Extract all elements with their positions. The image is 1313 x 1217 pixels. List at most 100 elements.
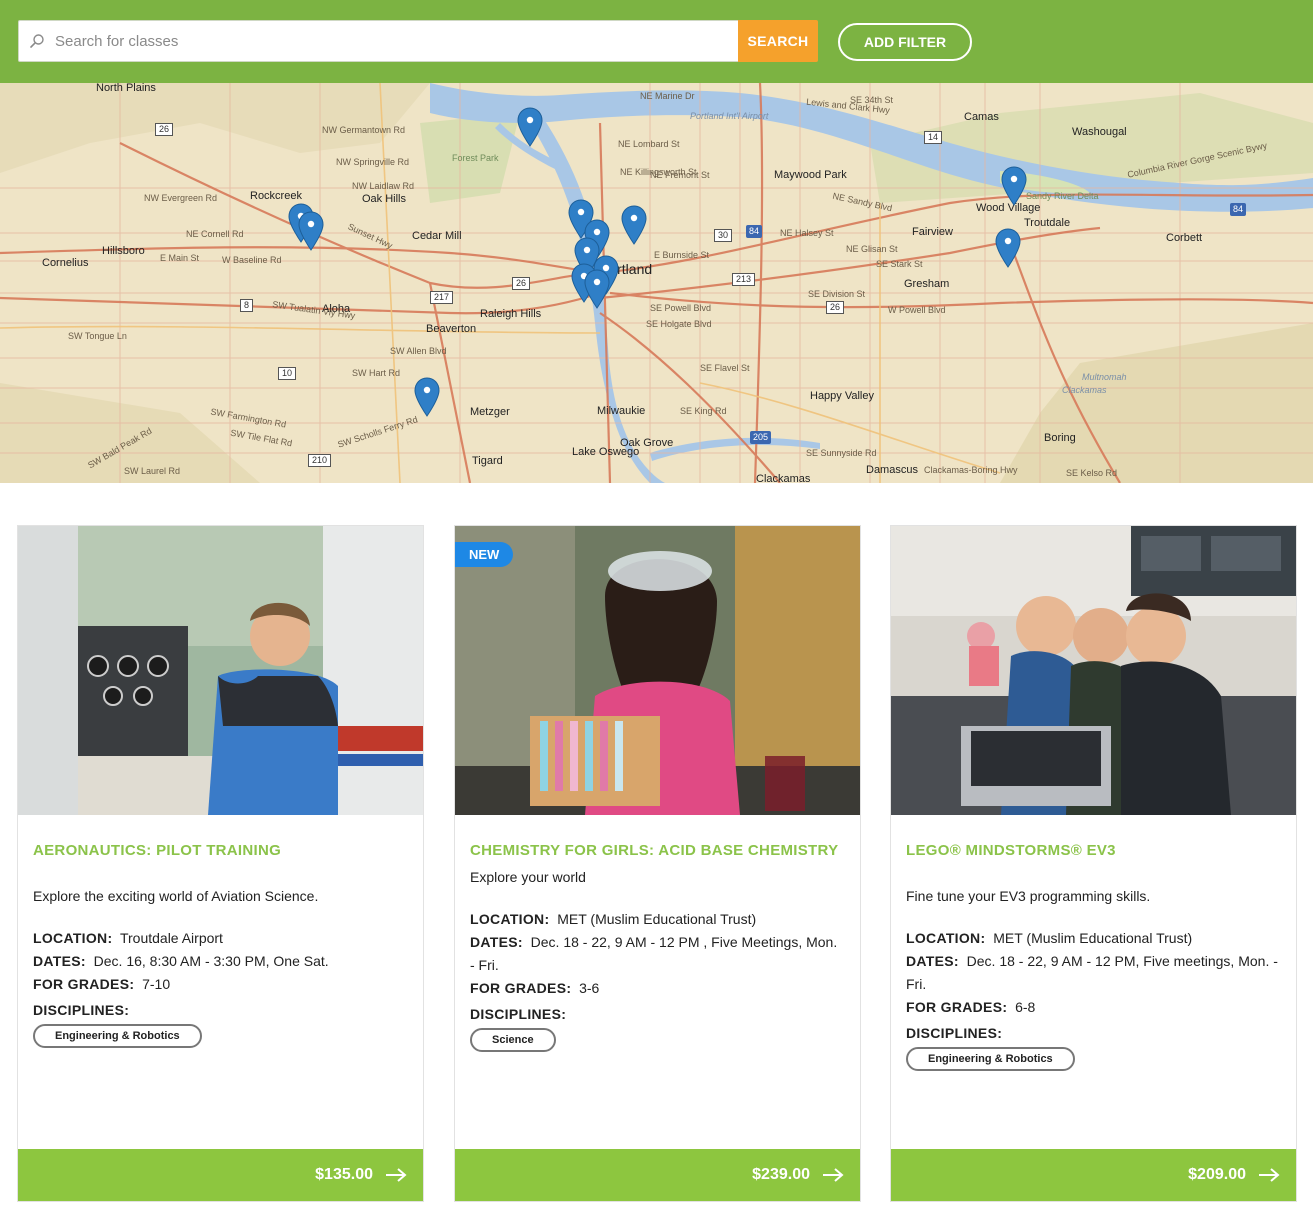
- map-pin[interactable]: [621, 205, 647, 245]
- price-value: $135.00: [315, 1166, 373, 1183]
- class-grades: FOR GRADES: 6-8: [906, 996, 1281, 1019]
- class-location: LOCATION: MET (Muslim Educational Trust): [906, 927, 1281, 950]
- class-card-body: CHEMISTRY FOR GIRLS: ACID BASE CHEMISTRY…: [470, 841, 845, 1052]
- map-label-happy-valley: Happy Valley: [810, 390, 874, 402]
- map-label-hart: SW Hart Rd: [352, 368, 401, 378]
- map-label-clackamas: Clackamas: [756, 473, 811, 484]
- dates-label: DATES:: [33, 953, 86, 969]
- map-label-i84: 84: [1230, 203, 1247, 216]
- location-label: LOCATION:: [470, 911, 550, 927]
- map-label-springville: NW Springville Rd: [336, 157, 410, 167]
- map-label-se-holgate: SE Holgate Blvd: [646, 319, 712, 329]
- map-label-kelso: SE Kelso Rd: [1066, 468, 1118, 478]
- map-pin[interactable]: [298, 211, 324, 251]
- class-map[interactable]: North Plains Rockcreek Oak Hills Cedar M…: [0, 83, 1313, 483]
- search-button[interactable]: SEARCH: [738, 20, 818, 62]
- class-dates: DATES: Dec. 18 - 22, 9 AM - 12 PM , Five…: [470, 931, 845, 977]
- map-label-fairview: Fairview: [912, 226, 953, 238]
- price-button[interactable]: $209.00: [891, 1149, 1296, 1201]
- map-label-evergreen: NW Evergreen Rd: [144, 193, 218, 203]
- map-pin[interactable]: [995, 228, 1021, 268]
- map-label-damascus: Damascus: [866, 464, 918, 476]
- map-label-allen: SW Allen Blvd: [390, 346, 447, 356]
- map-label-maywood-park: Maywood Park: [774, 169, 847, 181]
- class-card-body: LEGO® MINDSTORMS® EV3 Fine tune your EV3…: [906, 841, 1281, 1071]
- class-photo-chemistry: NEW: [455, 526, 860, 815]
- map-label-ne-marine: NE Marine Dr: [640, 91, 695, 101]
- class-title[interactable]: AERONAUTICS: PILOT TRAINING: [33, 841, 408, 860]
- location-label: LOCATION:: [906, 930, 986, 946]
- map-pin[interactable]: [414, 377, 440, 417]
- map-label-rockcreek: Rockcreek: [250, 190, 302, 202]
- discipline-tag[interactable]: Science: [470, 1028, 556, 1052]
- map-label-forest-park: Forest Park: [452, 153, 499, 163]
- new-badge: NEW: [455, 542, 514, 567]
- class-title[interactable]: CHEMISTRY FOR GIRLS: ACID BASE CHEMISTRY: [470, 841, 845, 860]
- discipline-tag[interactable]: Engineering & Robotics: [33, 1024, 202, 1048]
- price-value: $209.00: [1188, 1166, 1246, 1183]
- map-label-sr14: 14: [924, 131, 943, 144]
- map-label-w-powell: W Powell Blvd: [888, 305, 946, 315]
- disciplines-label: DISCIPLINES:: [33, 1002, 130, 1018]
- dates-value: Dec. 16, 8:30 AM - 3:30 PM, One Sat.: [93, 953, 329, 969]
- map-label-tigard: Tigard: [472, 455, 503, 467]
- search-bar: SEARCH: [18, 20, 818, 62]
- map-label-ne-halsey: NE Halsey St: [780, 228, 834, 238]
- map-label-north-plains: North Plains: [96, 83, 156, 94]
- map-pin[interactable]: [584, 269, 610, 309]
- map-label-hillsboro: Hillsboro: [102, 245, 145, 257]
- search-input[interactable]: [55, 21, 738, 61]
- map-label-airport: Portland Int'l Airport: [690, 111, 769, 121]
- arrow-right-icon: [1259, 1168, 1280, 1182]
- class-description: Explore the exciting world of Aviation S…: [33, 888, 319, 904]
- map-label-metzger: Metzger: [470, 406, 510, 418]
- map-pin[interactable]: [517, 107, 543, 147]
- location-value: MET (Muslim Educational Trust): [557, 911, 757, 927]
- price-value: $239.00: [752, 1166, 810, 1183]
- map-label-or217: 217: [430, 291, 454, 304]
- class-dates: DATES: Dec. 16, 8:30 AM - 3:30 PM, One S…: [33, 950, 408, 973]
- search-field[interactable]: [18, 20, 738, 62]
- map-label-us26-east: 26: [826, 301, 845, 314]
- map-label-multnomah: Multnomah: [1082, 372, 1127, 382]
- class-title[interactable]: LEGO® MINDSTORMS® EV3: [906, 841, 1281, 860]
- map-label-or210: 210: [308, 454, 332, 467]
- class-photo-aviation: [18, 526, 423, 815]
- arrow-right-icon: [386, 1168, 407, 1182]
- map-label-i84-west: 84: [746, 225, 763, 238]
- add-filter-button[interactable]: ADD FILTER: [838, 23, 972, 61]
- price-button[interactable]: $239.00: [455, 1149, 860, 1201]
- map-label-e-main: E Main St: [160, 253, 200, 263]
- class-location: LOCATION: Troutdale Airport: [33, 927, 408, 950]
- discipline-tags: Engineering & Robotics: [906, 1047, 1281, 1071]
- map-pin[interactable]: [1001, 166, 1027, 206]
- class-card[interactable]: LEGO® MINDSTORMS® EV3 Fine tune your EV3…: [890, 525, 1297, 1202]
- map-label-ne-lombard: NE Lombard St: [618, 139, 680, 149]
- grades-value: 6-8: [1015, 999, 1036, 1015]
- dates-label: DATES:: [470, 934, 523, 950]
- map-label-i205: 205: [750, 431, 772, 444]
- map-label-laurel: SW Laurel Rd: [124, 466, 181, 476]
- class-card[interactable]: NEW CHEMISTRY FOR GIRLS: ACID BASE CHEMI…: [454, 525, 861, 1202]
- header-bar: SEARCH ADD FILTER: [0, 0, 1313, 83]
- price-button[interactable]: $135.00: [18, 1149, 423, 1201]
- map-label-baseline: W Baseline Rd: [222, 255, 282, 265]
- location-label: LOCATION:: [33, 930, 113, 946]
- map-label-raleigh-hills: Raleigh Hills: [480, 308, 542, 320]
- map-label-clackamas-boring: Clackamas-Boring Hwy: [924, 465, 1018, 475]
- search-icon: [19, 20, 55, 62]
- map-label-troutdale: Troutdale: [1024, 217, 1071, 229]
- discipline-tag[interactable]: Engineering & Robotics: [906, 1047, 1075, 1071]
- map-label-washougal: Washougal: [1072, 126, 1127, 138]
- map-label-boring: Boring: [1044, 432, 1076, 444]
- map-label-ne-glisan: NE Glisan St: [846, 244, 898, 254]
- map-label-cedar-mill: Cedar Mill: [412, 230, 462, 242]
- arrow-right-icon: [823, 1168, 844, 1182]
- grades-value: 7-10: [142, 976, 171, 992]
- map-label-us30: 30: [714, 229, 733, 242]
- class-location: LOCATION: MET (Muslim Educational Trust): [470, 908, 845, 931]
- map-label-se-stark: SE Stark St: [876, 259, 923, 269]
- map-label-or10: 10: [278, 367, 297, 380]
- class-grades: FOR GRADES: 7-10: [33, 973, 408, 996]
- class-card[interactable]: AERONAUTICS: PILOT TRAINING Explore the …: [17, 525, 424, 1202]
